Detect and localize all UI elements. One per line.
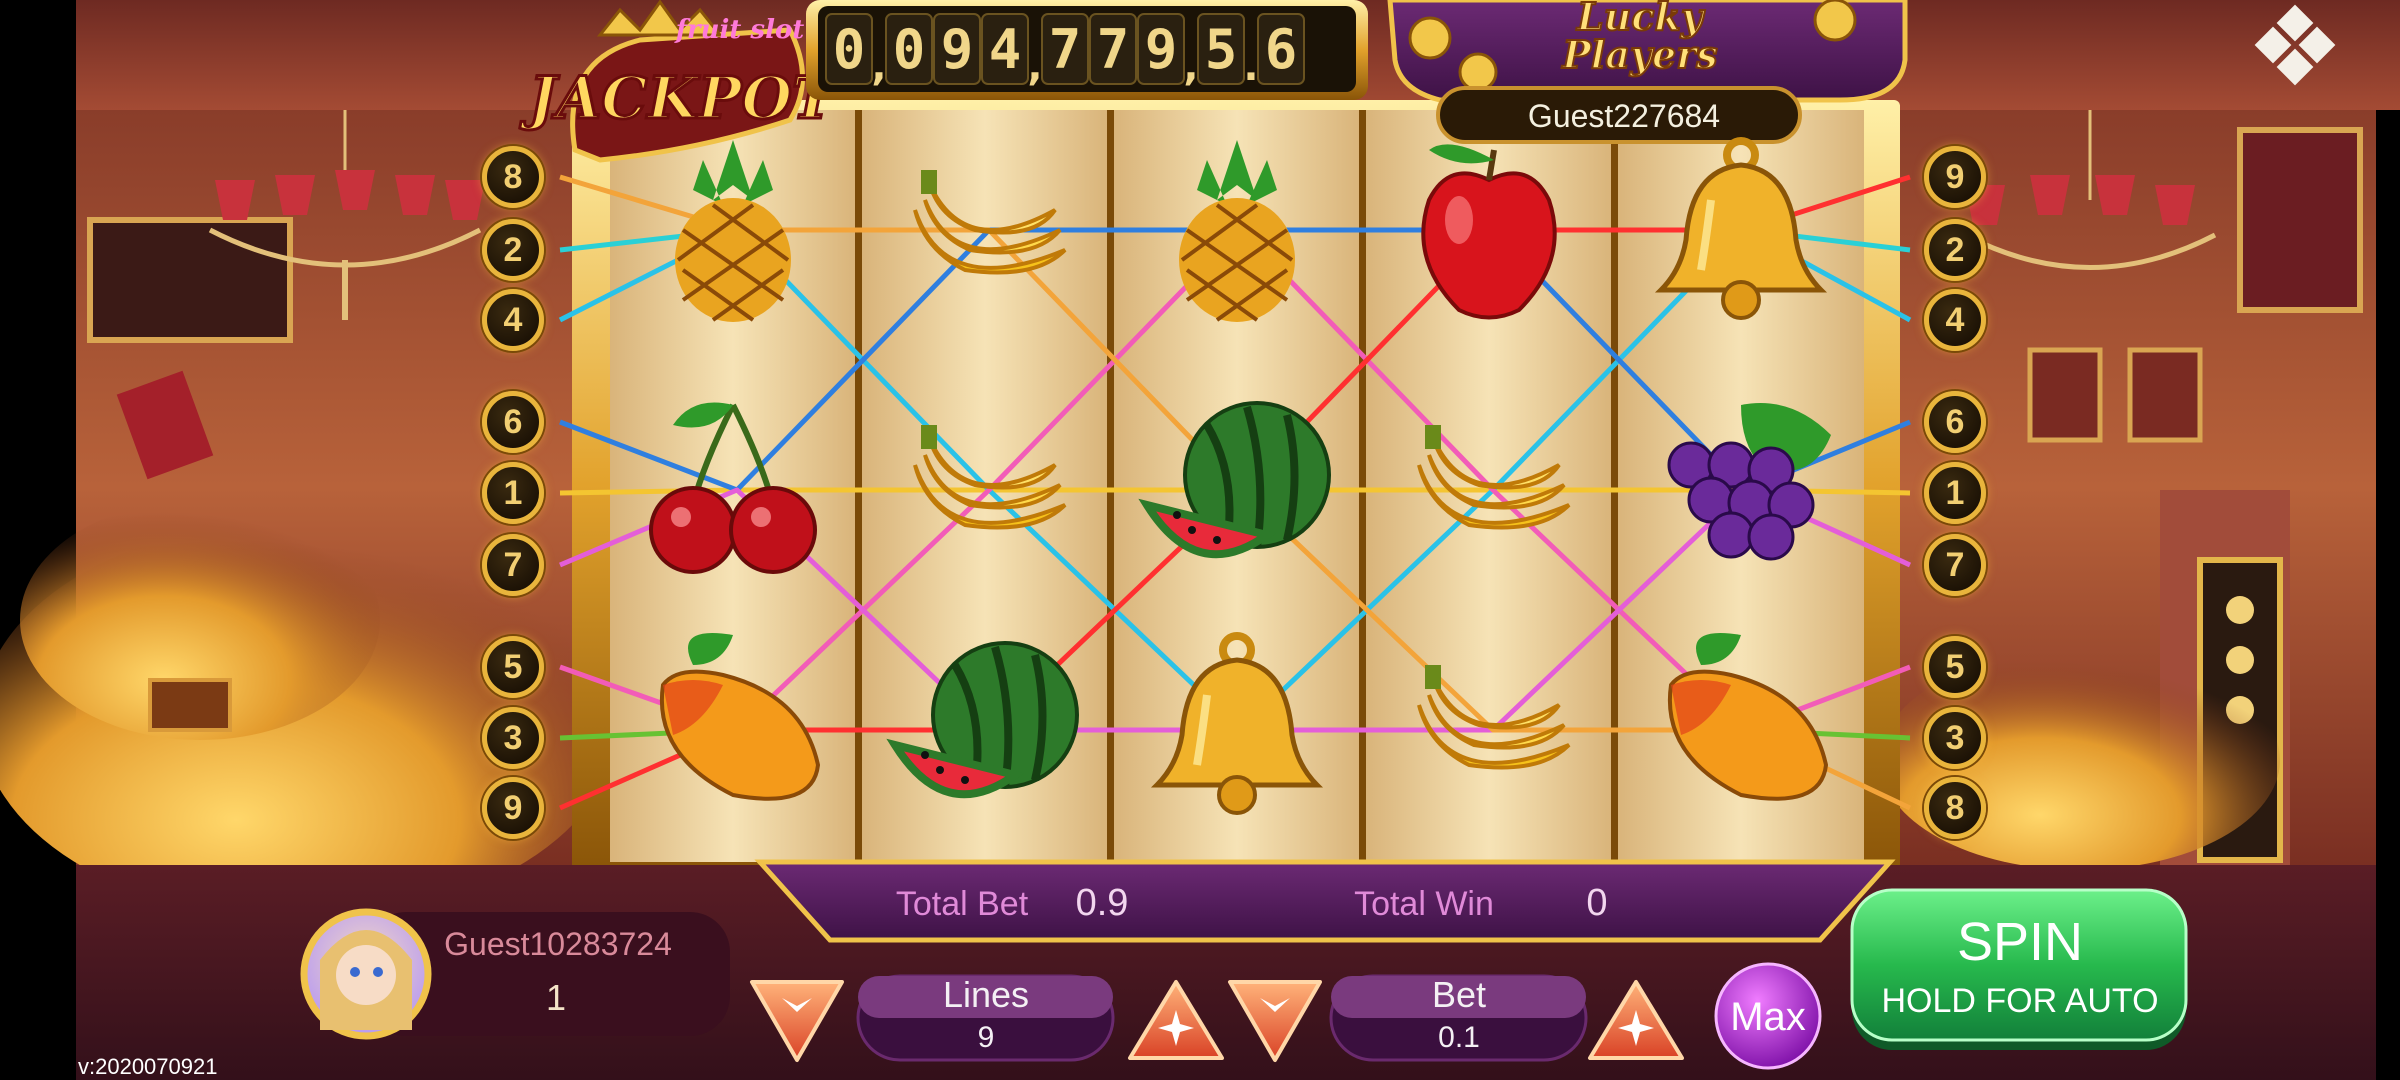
payline-badge-right-5[interactable]: 5 [1924,636,1986,698]
cherry-icon [632,385,834,585]
pineapple-icon [632,130,834,330]
banana-icon [884,385,1086,585]
banana-icon [1388,625,1590,825]
payline-badge-right-9[interactable]: 9 [1924,146,1986,208]
payline-badge-right-3[interactable]: 3 [1924,707,1986,769]
payline-badge-left-5[interactable]: 5 [482,636,544,698]
watermelon-icon [884,625,1086,825]
banana-icon [884,130,1086,330]
payline-badge-right-2[interactable]: 2 [1924,219,1986,281]
payline-badge-right-7[interactable]: 7 [1924,534,1986,596]
payline-badge-left-6[interactable]: 6 [482,391,544,453]
payline-badge-right-4[interactable]: 4 [1924,289,1986,351]
banana-icon [1388,385,1590,585]
pineapple-icon [1136,130,1338,330]
reel-symbols [0,0,2400,1080]
mango-icon [632,625,834,825]
apple-icon [1388,130,1590,330]
mango-icon [1640,625,1842,825]
payline-badge-left-9[interactable]: 9 [482,777,544,839]
payline-badge-left-3[interactable]: 3 [482,707,544,769]
watermelon-icon [1136,385,1338,585]
payline-badge-left-7[interactable]: 7 [482,534,544,596]
grape-icon [1640,385,1842,585]
bell-icon [1640,130,1842,330]
payline-badge-left-2[interactable]: 2 [482,219,544,281]
bell-icon [1136,625,1338,825]
payline-badge-right-6[interactable]: 6 [1924,391,1986,453]
payline-badge-right-1[interactable]: 1 [1924,462,1986,524]
payline-badge-left-1[interactable]: 1 [482,462,544,524]
payline-badge-left-4[interactable]: 4 [482,289,544,351]
payline-badge-left-8[interactable]: 8 [482,146,544,208]
payline-badge-right-8[interactable]: 8 [1924,777,1986,839]
